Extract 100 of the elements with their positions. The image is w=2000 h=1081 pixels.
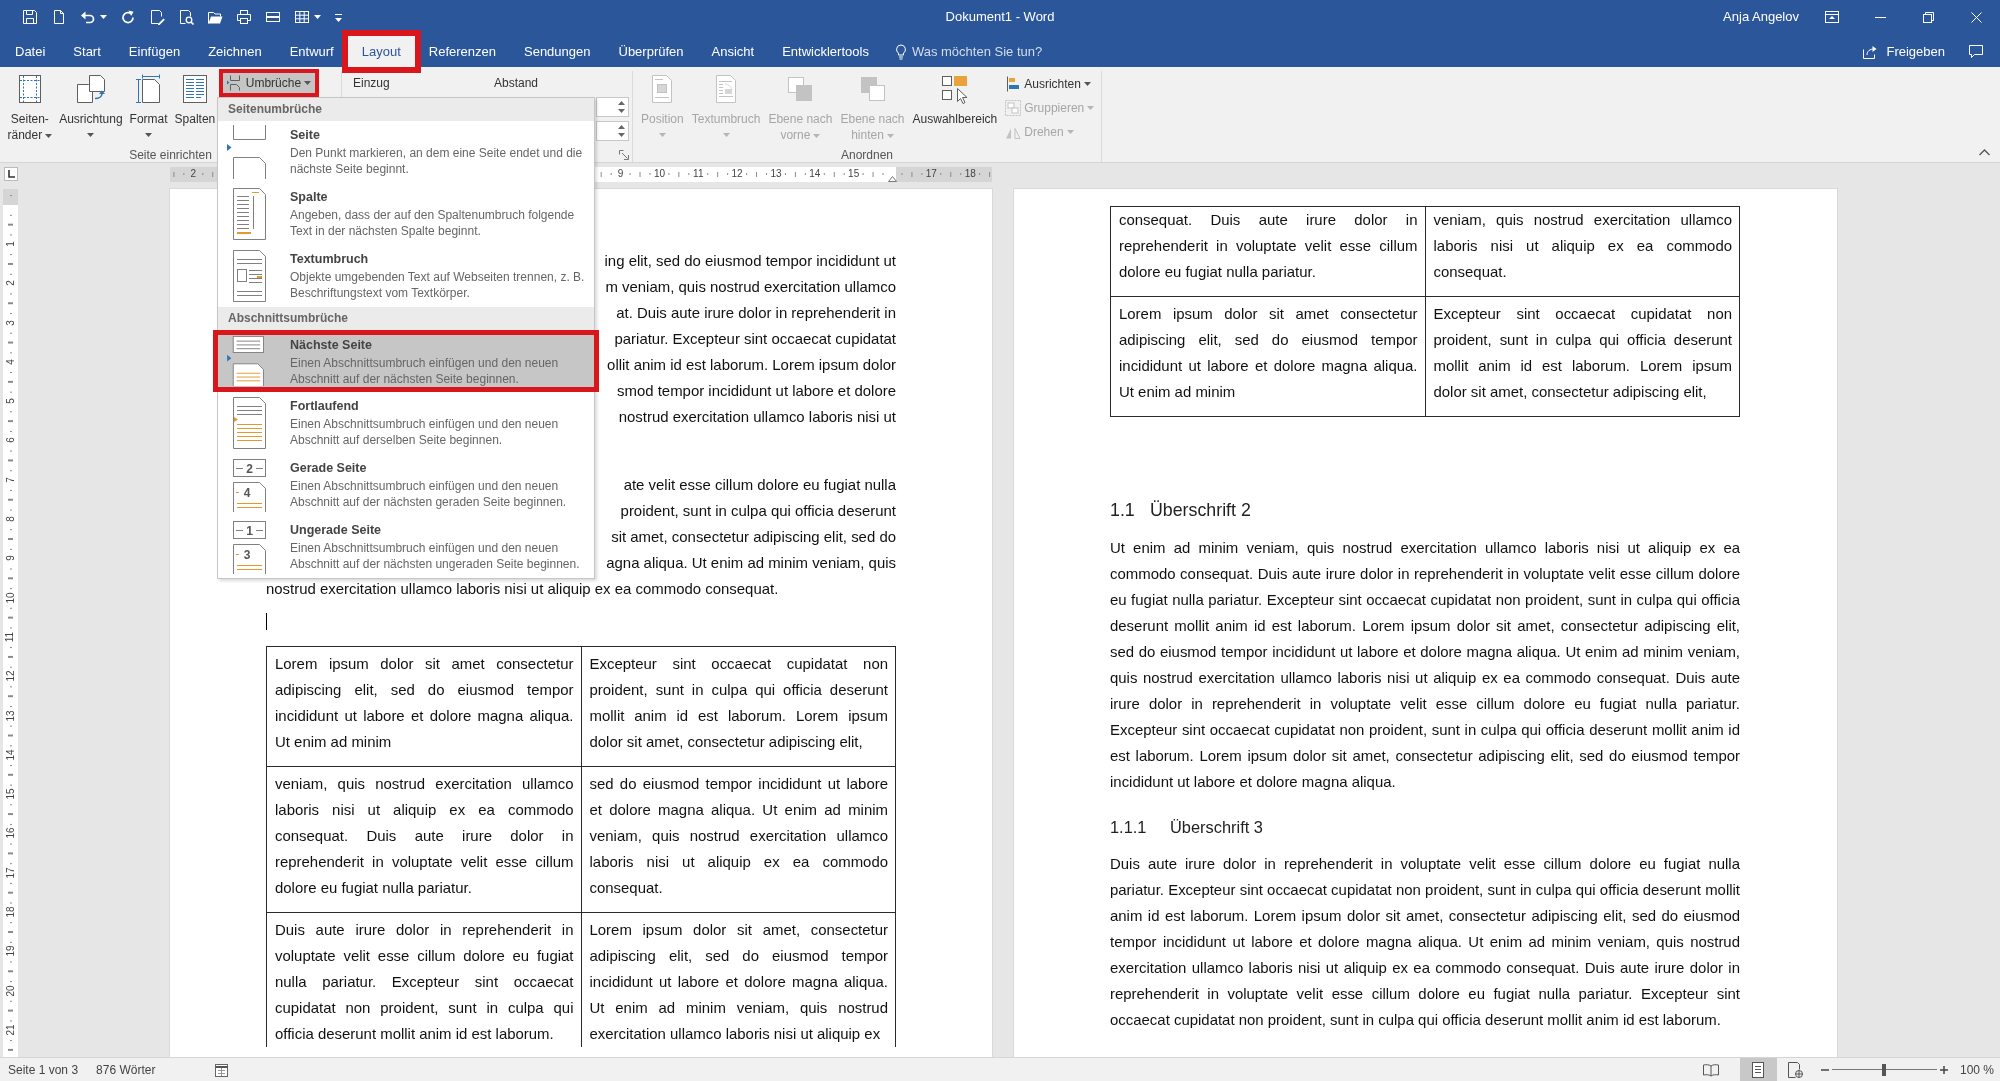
menu-item[interactable]: 1 3 Ungerade Seite Einen Abschnittsumbruch einfügen und den neuen Abschnitt auf der nächsten ungeraden Seite beginnen. — [218, 516, 594, 578]
spin-arrows-icon[interactable] — [618, 124, 625, 138]
zoom-in-icon[interactable] — [1939, 1065, 1948, 1074]
group-icon — [1005, 100, 1022, 116]
dialog-launcher-icon[interactable] — [619, 150, 629, 160]
ruler-number: 19 — [5, 945, 16, 957]
ruler-number: 10 — [5, 592, 16, 604]
ribbon-tab[interactable]: Datei — [7, 36, 54, 67]
text-line: nostrud exercitation ullamco laboris nisi ut — [618, 407, 896, 427]
ribbon-tab[interactable]: Entwurf — [281, 36, 342, 67]
web-page-icon — [1787, 1061, 1804, 1078]
ribbon-tab[interactable]: Ansicht — [703, 36, 763, 67]
ruler-number: 9 — [5, 555, 16, 562]
table-cell: Excepteur sint occaecat cupidatat non proident, sunt in culpa qui officia deserunt mollit anim id est laborum. Lorem ipsum dolor sit amet, consectetur adipiscing elit, — [1425, 296, 1740, 416]
tab-stop-icon[interactable] — [4, 167, 18, 181]
menu-item[interactable]: Nächste Seite Einen Abschnittsumbruch einfügen und den neuen Abschnitt auf der nächsten Seite beginnen. — [218, 335, 594, 387]
print-preview-icon[interactable] — [178, 9, 194, 25]
text-line: pariatur. Excepteur sint occaecat cupidatat — [614, 329, 896, 349]
table-cell: consequat. Duis aute irure dolor in reprehenderit in voluptate velit esse cillum dolore eu fugiat nulla pariatur. — [1110, 206, 1425, 296]
text-line: sit amet, consectetur adipiscing elit, sed do — [611, 527, 896, 547]
text-line: proident, sunt in culpa qui officia deserunt — [620, 501, 896, 521]
ruler-number: 13 — [5, 710, 16, 722]
page-icon — [1751, 1061, 1766, 1078]
restore-icon[interactable] — [1922, 11, 1934, 23]
view-button[interactable] — [1739, 1058, 1777, 1081]
text-line: agna aliqua. Ut enim ad minim veniam, quis — [606, 553, 896, 573]
ribbon-display-icon[interactable] — [1824, 9, 1840, 25]
text-line: m veniam, quis nostrud exercitation ullamco — [605, 277, 896, 297]
ribbon-tab[interactable]: Entwicklertools — [774, 36, 877, 67]
ruler-number: 4 — [5, 359, 16, 365]
redo-icon[interactable] — [120, 9, 136, 25]
spin-arrows-icon[interactable] — [618, 100, 625, 114]
ruler-number: 10 — [653, 168, 665, 180]
new-document-icon[interactable] — [51, 9, 67, 25]
paragraph: Duis aute irure dolor in reprehenderit in voluptate velit esse cillum dolore eu fugiat nulla pariatur. Excepteur sint occaecat cupidatat non proident, sunt in culpa qui officia deserunt mollit anim id est laborum. Lorem ipsum dolor sit amet, consectetur adipiscing elit, sed do eiusmod tempor incididunt ut labore et dolore magna aliqua. Ut enim ad minim veniam, quis nostrud exercitation ullamco laboris nisi ut aliquip ex ea commodo consequat. Duis aute irure dolor in reprehenderit in voluptate velit esse cillum dolore eu fugiat nulla pariatur. Excepteur sint occaecat cupidatat non proident, sunt in culpa qui officia deserunt mollit anim id est laborum. — [1110, 853, 1740, 1030]
text-line: at. Duis aute irure dolor in reprehenderit in — [616, 303, 896, 323]
menu-item[interactable]: 2 4 Gerade Seite Einen Abschnittsumbruch einfügen und den neuen Abschnitt auf der nächsten geraden Seite beginnen. — [218, 454, 594, 516]
ribbon-tab[interactable]: Layout — [347, 36, 415, 67]
table-cell: Excepteur sint occaecat cupidatat non proident, sunt in culpa qui officia deserunt mollit anim id est laborum. Lorem ipsum dolor sit amet, consectetur adipiscing elit, — [581, 646, 896, 767]
menu-item[interactable]: Fortlaufend Einen Abschnittsumbruch einfügen und den neuen Abschnitt auf derselben Seite beginnen. — [218, 392, 594, 454]
ribbon-tab[interactable]: Sendungen — [516, 36, 599, 67]
ribbon-button[interactable]: Seiten- ränder — [4, 71, 56, 148]
comment-icon[interactable] — [1968, 43, 1984, 59]
ribbon-button[interactable]: Umbrüche — [222, 73, 316, 93]
spin-field[interactable] — [596, 97, 629, 117]
text-line: smod tempor incididunt ut labore et dolore — [617, 381, 896, 401]
folder-icon[interactable] — [207, 9, 223, 25]
ribbon-tab[interactable]: Überprüfen — [610, 36, 692, 67]
close-icon[interactable] — [1970, 11, 1982, 23]
customize-icon[interactable] — [334, 11, 343, 23]
ribbon-tab[interactable]: Zeichnen — [200, 36, 270, 67]
slider-thumb[interactable] — [1882, 1063, 1887, 1076]
page-count[interactable]: Seite 1 von 3 — [8, 1060, 79, 1079]
ruler-number: 3 — [5, 319, 16, 326]
ruler-number: 14 — [809, 168, 821, 180]
ribbon-button[interactable]: Ausrichten — [1001, 72, 1099, 96]
menu-item-description: Den Punkt markieren, an dem eine Seite endet und die nächste Seite beginnt. — [290, 145, 584, 177]
ribbon-button[interactable]: Format — [126, 71, 172, 148]
paragraph: Ut enim ad minim veniam, quis nostrud exercitation ullamco laboris nisi ut aliquip ex ea commodo consequat. Duis aute irure dolor in reprehenderit in voluptate velit esse cillum dolore eu fugiat nulla pariatur. Excepteur sint occaecat cupidatat non proident, sunt in culpa qui officia deserunt mollit anim id est laborum. Lorem ipsum dolor sit amet, consectetur adipiscing elit, sed do eiusmod tempor incididunt ut labore et dolore magna aliqua. Ut enim ad minim veniam, quis nostrud exercitation ullamco laboris nisi ut aliquip ex ea commodo consequat. Duis aute irure dolor in reprehenderit in voluptate velit esse cillum dolore eu fugiat nulla pariatur. Excepteur sint occaecat cupidatat non proident, sunt in culpa qui officia deserunt mollit anim id est laborum. Lorem ipsum dolor sit amet, consectetur adipiscing elit, sed do eiusmod tempor incididunt ut labore et dolore magna aliqua. — [1110, 537, 1740, 792]
group-label: Anordnen — [840, 148, 893, 162]
table-cell: Lorem ipsum dolor sit amet consectetur adipiscing elit, sed do eiusmod tempor incididunt ut labore et dolore magna aliqua. Ut enim ad minim — [266, 646, 581, 767]
save-icon[interactable] — [22, 9, 38, 25]
page-orientation-icon — [74, 73, 107, 105]
menu-item[interactable]: Spalte Angeben, dass der auf den Spaltenumbruch folgende Text in der nächsten Spalte beginnt. — [218, 183, 594, 245]
group-label: Seite einrichten — [129, 148, 212, 162]
share-button[interactable]: Freigeben — [1858, 36, 1949, 67]
menu-section-header: Abschnittsumbrüche — [218, 307, 594, 330]
ribbon-tab[interactable]: Referenzen — [420, 36, 504, 67]
user-name[interactable]: Anja Angelov — [1723, 7, 1799, 27]
undo-icon[interactable] — [80, 9, 96, 25]
ruler-number: 7 — [5, 477, 16, 483]
ribbon-tab[interactable]: Einfügen — [120, 36, 189, 67]
menu-item[interactable]: Textumbruch Objekte umgebenden Text auf Webseiten trennen, z. B. Beschriftungstext vom Textkörper. — [218, 245, 594, 307]
ruler-number: 15 — [5, 788, 16, 800]
zoom-level[interactable]: 100 % — [1959, 1060, 1994, 1079]
field-label: Abstand — [494, 76, 539, 90]
collapse-icon[interactable] — [1979, 149, 1990, 156]
ribbon-tab[interactable]: Start — [65, 36, 109, 67]
caret-icon[interactable] — [100, 15, 107, 19]
menu-item-description: Einen Abschnittsumbruch einfügen und den neuen Abschnitt auf derselben Seite beginnen. — [290, 416, 560, 448]
word-count[interactable]: 876 Wörter — [96, 1060, 156, 1079]
spin-field[interactable] — [596, 121, 629, 141]
ribbon-button[interactable]: Ausrichtung — [55, 71, 127, 148]
menu-item-description: Objekte umgebenden Text auf Webseiten trennen, z. B. Beschriftungstext vom Textkörper. — [290, 269, 586, 301]
window-icon[interactable] — [265, 9, 281, 25]
document-check-icon[interactable] — [149, 9, 165, 25]
menu-item[interactable]: Seite Den Punkt markieren, an dem eine Seite endet und die nächste Seite beginnt. — [218, 121, 594, 183]
heading: Überschrift 2 — [1150, 498, 1251, 522]
table-cell: Lorem ipsum dolor sit amet consectetur adipiscing elit, sed do eiusmod tempor incididunt ut labore et dolore magna aliqua. Ut enim ad minim — [1110, 296, 1425, 416]
ruler-number: 18 — [964, 168, 976, 180]
ribbon-button[interactable]: Auswahlbereich — [908, 71, 1002, 148]
table-icon[interactable] — [294, 9, 310, 25]
table-icon[interactable] — [215, 1062, 230, 1077]
caret-icon[interactable] — [314, 15, 321, 19]
text-line: nostrud exercitation ullamco laboris nisi ut aliquip ex ea commodo consequat. — [266, 580, 779, 597]
tell-me-field[interactable]: Was möchten Sie tun? — [911, 42, 1046, 61]
ribbon-button[interactable]: Spalten — [171, 71, 219, 148]
indent-marker-icon[interactable] — [888, 175, 897, 182]
page-break-icon — [227, 125, 267, 179]
printer-icon[interactable] — [236, 9, 252, 25]
